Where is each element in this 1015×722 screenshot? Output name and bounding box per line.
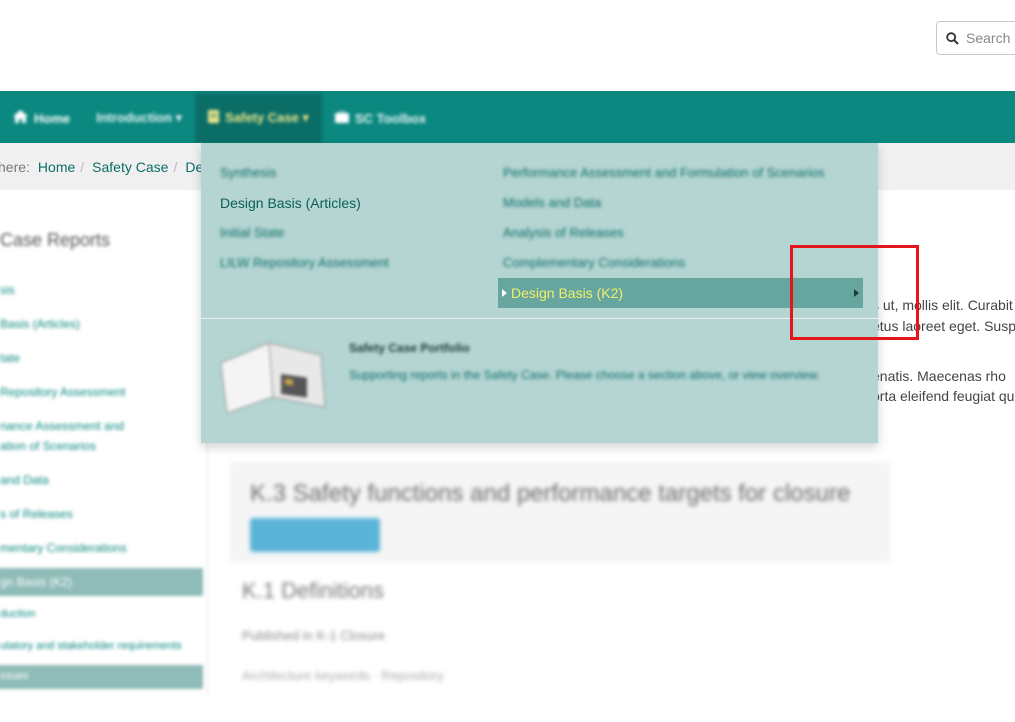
dropdown-left-column: Synthesis Design Basis (Articles) Initia… xyxy=(220,163,389,283)
sidebar-item[interactable]: and Data xyxy=(0,473,49,487)
dropdown-item-synthesis[interactable]: Synthesis xyxy=(220,163,389,193)
portfolio-description: Supporting reports in the Safety Case. P… xyxy=(349,368,820,382)
search-icon xyxy=(946,31,959,45)
nav-sc-toolbox-label: SC Toolbox xyxy=(354,110,427,126)
search-box[interactable]: Search xyxy=(936,21,1015,55)
highlight-annotation-box xyxy=(790,245,919,340)
breadcrumb-home[interactable]: Home xyxy=(38,159,75,175)
nav-sc-toolbox[interactable]: SC Toolbox xyxy=(322,93,439,143)
nav-safety-case-label: Safety Case ▾ xyxy=(225,110,309,125)
sidebar-title: Case Reports xyxy=(0,230,111,250)
briefcase-icon xyxy=(334,110,349,126)
portfolio-section: Safety Case Portfolio Supporting reports… xyxy=(217,335,857,425)
document-icon xyxy=(208,110,220,126)
sidebar-item-active[interactable]: gn Basis (K2) xyxy=(0,568,203,596)
sidebar-item-label: gn Basis (K2) xyxy=(0,575,73,589)
body-text-line: orta eleifend feugiat qu xyxy=(872,388,1015,404)
section-button[interactable] xyxy=(250,518,380,552)
sidebar-item[interactable]: ation of Scenarios xyxy=(0,439,96,453)
main-navbar: Home Introduction ▾ Safety Case ▾ SC Too… xyxy=(0,91,1015,143)
breadcrumb-safety-case[interactable]: Safety Case xyxy=(92,159,168,175)
dropdown-item-initial-state[interactable]: Initial State xyxy=(220,223,389,253)
breadcrumb-separator: / xyxy=(173,158,178,175)
safety-case-dropdown: Synthesis Design Basis (Articles) Initia… xyxy=(201,143,878,443)
section-heading: K.3 Safety functions and performance tar… xyxy=(250,480,851,507)
sidebar-item[interactable]: nance Assessment and xyxy=(0,419,124,433)
breadcrumb-separator: / xyxy=(80,158,85,175)
sidebar-item[interactable]: mentary Considerations xyxy=(0,541,127,555)
sidebar-item-label: ssues xyxy=(0,670,29,682)
sidebar: Case Reports sis Basis (Articles) tate R… xyxy=(0,210,208,695)
dropdown-item-lilw-repository[interactable]: LILW Repository Assessment xyxy=(220,253,389,283)
caret-right-icon xyxy=(502,289,507,297)
sidebar-subitem-active[interactable]: ssues xyxy=(0,665,203,689)
sidebar-item[interactable]: Basis (Articles) xyxy=(0,317,80,331)
meta-text: Published in K-1 Closure xyxy=(242,628,386,643)
sidebar-item[interactable]: tate xyxy=(0,351,20,365)
nav-safety-case[interactable]: Safety Case ▾ xyxy=(195,93,322,143)
body-text-line: enatis. Maecenas rho xyxy=(872,368,1006,384)
nav-home[interactable]: Home xyxy=(0,93,83,143)
sidebar-subitem[interactable]: duction xyxy=(0,608,35,620)
search-input[interactable]: Search xyxy=(966,30,1010,46)
sidebar-item[interactable]: s of Releases xyxy=(0,507,73,521)
nav-introduction-label: Introduction ▾ xyxy=(96,110,183,125)
nav-introduction[interactable]: Introduction ▾ xyxy=(83,93,195,143)
sidebar-subitem[interactable]: ulatory and stakeholder requirements xyxy=(0,640,182,652)
dropdown-divider xyxy=(201,318,878,319)
dropdown-item-design-basis-articles[interactable]: Design Basis (Articles) xyxy=(220,193,389,223)
dropdown-item-models-data[interactable]: Models and Data xyxy=(503,193,825,223)
dropdown-item-design-basis-k2-label: Design Basis (K2) xyxy=(511,285,624,301)
dropdown-item-performance-assessment[interactable]: Performance Assessment and Formulation o… xyxy=(503,163,825,193)
dropdown-right-column: Performance Assessment and Formulation o… xyxy=(503,163,825,283)
dropdown-item-analysis-releases[interactable]: Analysis of Releases xyxy=(503,223,825,253)
breadcrumb-label: here: xyxy=(0,158,30,175)
page: Search Home Introduction ▾ Safety Case ▾ xyxy=(0,0,1015,722)
home-icon xyxy=(13,110,28,126)
sidebar-item[interactable]: Repository Assessment xyxy=(0,385,125,399)
portfolio-title: Safety Case Portfolio xyxy=(349,341,470,355)
sidebar-item[interactable]: sis xyxy=(0,283,15,297)
nav-home-label: Home xyxy=(34,110,71,126)
meta-text-secondary: Architecture keywords · Repository xyxy=(242,668,444,683)
subheading: K.1 Definitions xyxy=(242,578,384,603)
book-icon xyxy=(217,335,327,415)
